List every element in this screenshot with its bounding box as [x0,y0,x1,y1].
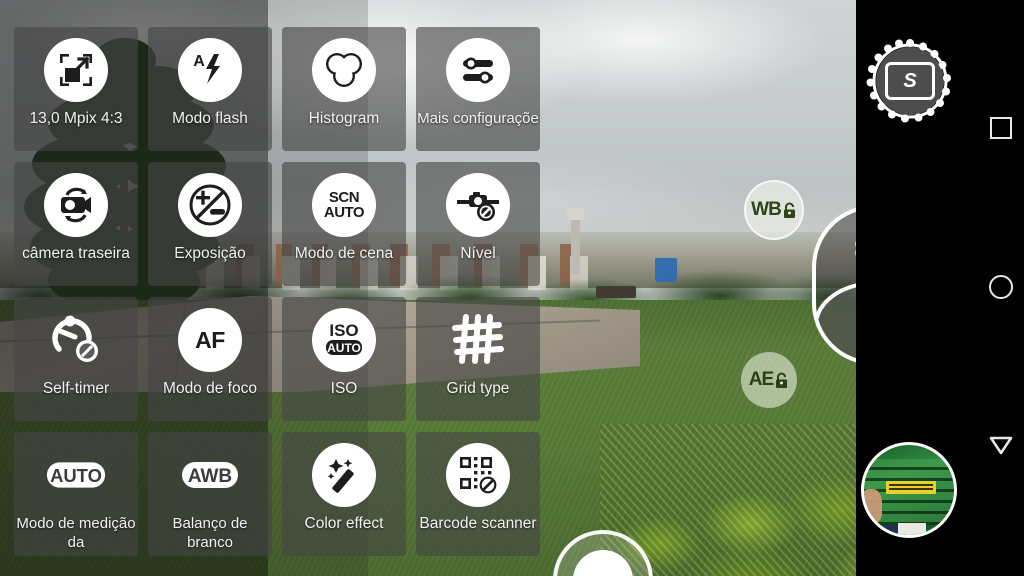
nav-back-button[interactable] [978,422,1024,468]
gallery-thumbnail-button[interactable] [861,442,957,538]
settings-grid: 13,0 Mpix 4:3 A Modo flash Histogram Mai… [14,27,544,574]
ae-lock-label: AE [748,369,774,390]
svg-text:ISO: ISO [329,321,358,340]
viewfinder-blue-bin [655,258,677,282]
tile-grid-type[interactable]: Grid type [416,297,540,421]
tile-label: câmera traseira [22,245,130,262]
self-timer-off-icon [44,308,108,372]
svg-text:A: A [193,53,205,70]
tile-label: Mais configuraçõe [417,110,539,127]
exposure-icon [178,173,242,237]
tile-scene-mode[interactable]: SCN AUTO Modo de cena [282,162,406,286]
tile-iso[interactable]: ISO AUTO ISO [282,297,406,421]
level-off-icon [446,173,510,237]
tile-label: Barcode scanner [419,515,537,532]
shutter-inner-circle [573,550,633,576]
histogram-icon [312,38,376,102]
tile-histogram[interactable]: Histogram [282,27,406,151]
tile-label: Modo flash [172,110,248,127]
tile-label: Exposição [174,245,246,262]
tile-exposure[interactable]: Exposição [148,162,272,286]
focus-af-icon: AF [178,308,242,372]
tile-label: 13,0 Mpix 4:3 [29,110,123,127]
home-circle-icon [989,275,1013,299]
tile-flash-mode[interactable]: A Modo flash [148,27,272,151]
camera-app-screen: 13,0 Mpix 4:3 A Modo flash Histogram Mai… [0,0,1024,576]
tile-label: ISO [330,380,358,397]
settings-s-label: S [885,62,935,100]
ae-lock-badge[interactable]: AE [741,352,797,408]
grid-type-icon [446,308,510,372]
tile-white-balance[interactable]: AWB Balanço de branco [148,432,272,556]
nav-recents-button[interactable] [978,105,1024,151]
settings-cog-button[interactable]: S [866,37,954,125]
thumbnail-finger [864,489,882,523]
thumbnail-navy-block [864,525,898,535]
thumbnail-warning-label [886,481,936,494]
android-navigation-bar [978,0,1024,576]
back-triangle-icon [989,436,1013,455]
thumbnail-white-block [898,523,926,535]
tile-label: Modo de foco [163,380,257,397]
viewfinder-post [571,216,580,274]
recents-square-icon [990,117,1012,139]
tile-label: Nível [460,245,496,262]
scene-mode-icon: SCN AUTO [312,173,376,237]
iso-auto-icon: ISO AUTO [312,308,376,372]
white-balance-awb-icon: AWB [178,443,242,507]
flash-auto-icon: A [178,38,242,102]
tile-label: Histogram [308,110,380,127]
wb-lock-label: WB [751,199,782,220]
tile-label: Grid type [446,380,510,397]
svg-text:AWB: AWB [188,466,232,487]
wb-lock-icon: WB [751,199,797,221]
tile-self-timer[interactable]: Self-timer [14,297,138,421]
resolution-aspect-icon [44,38,108,102]
tile-metering-mode[interactable]: AUTO Modo de medição da [14,432,138,556]
tile-focus-mode[interactable]: AF Modo de foco [148,297,272,421]
viewfinder-ground-object [596,286,636,298]
color-effect-icon [312,443,376,507]
tile-barcode-scanner[interactable]: Barcode scanner [416,432,540,556]
tile-label: Color effect [304,515,384,532]
tile-resolution[interactable]: 13,0 Mpix 4:3 [14,27,138,151]
tile-label: Modo de medição da [16,515,136,551]
ae-lock-icon: AE [749,369,789,391]
tile-color-effect[interactable]: Color effect [282,432,406,556]
sliders-icon [446,38,510,102]
svg-text:AUTO: AUTO [50,465,102,486]
metering-auto-icon: AUTO [44,443,108,507]
tile-level[interactable]: Nível [416,162,540,286]
tile-more-settings[interactable]: Mais configuraçõe [416,27,540,151]
right-control-bar: S [856,0,1024,576]
tile-label: Self-timer [42,380,110,397]
tile-label: Balanço de branco [172,515,248,551]
svg-text:AUTO: AUTO [327,341,361,355]
viewfinder-post-top [567,208,584,220]
tile-camera-selector[interactable]: câmera traseira [14,162,138,286]
wb-lock-badge[interactable]: WB [744,180,804,240]
barcode-scanner-off-icon [446,443,510,507]
tile-label: Modo de cena [294,245,394,262]
switch-camera-icon [44,173,108,237]
nav-home-button[interactable] [978,264,1024,310]
